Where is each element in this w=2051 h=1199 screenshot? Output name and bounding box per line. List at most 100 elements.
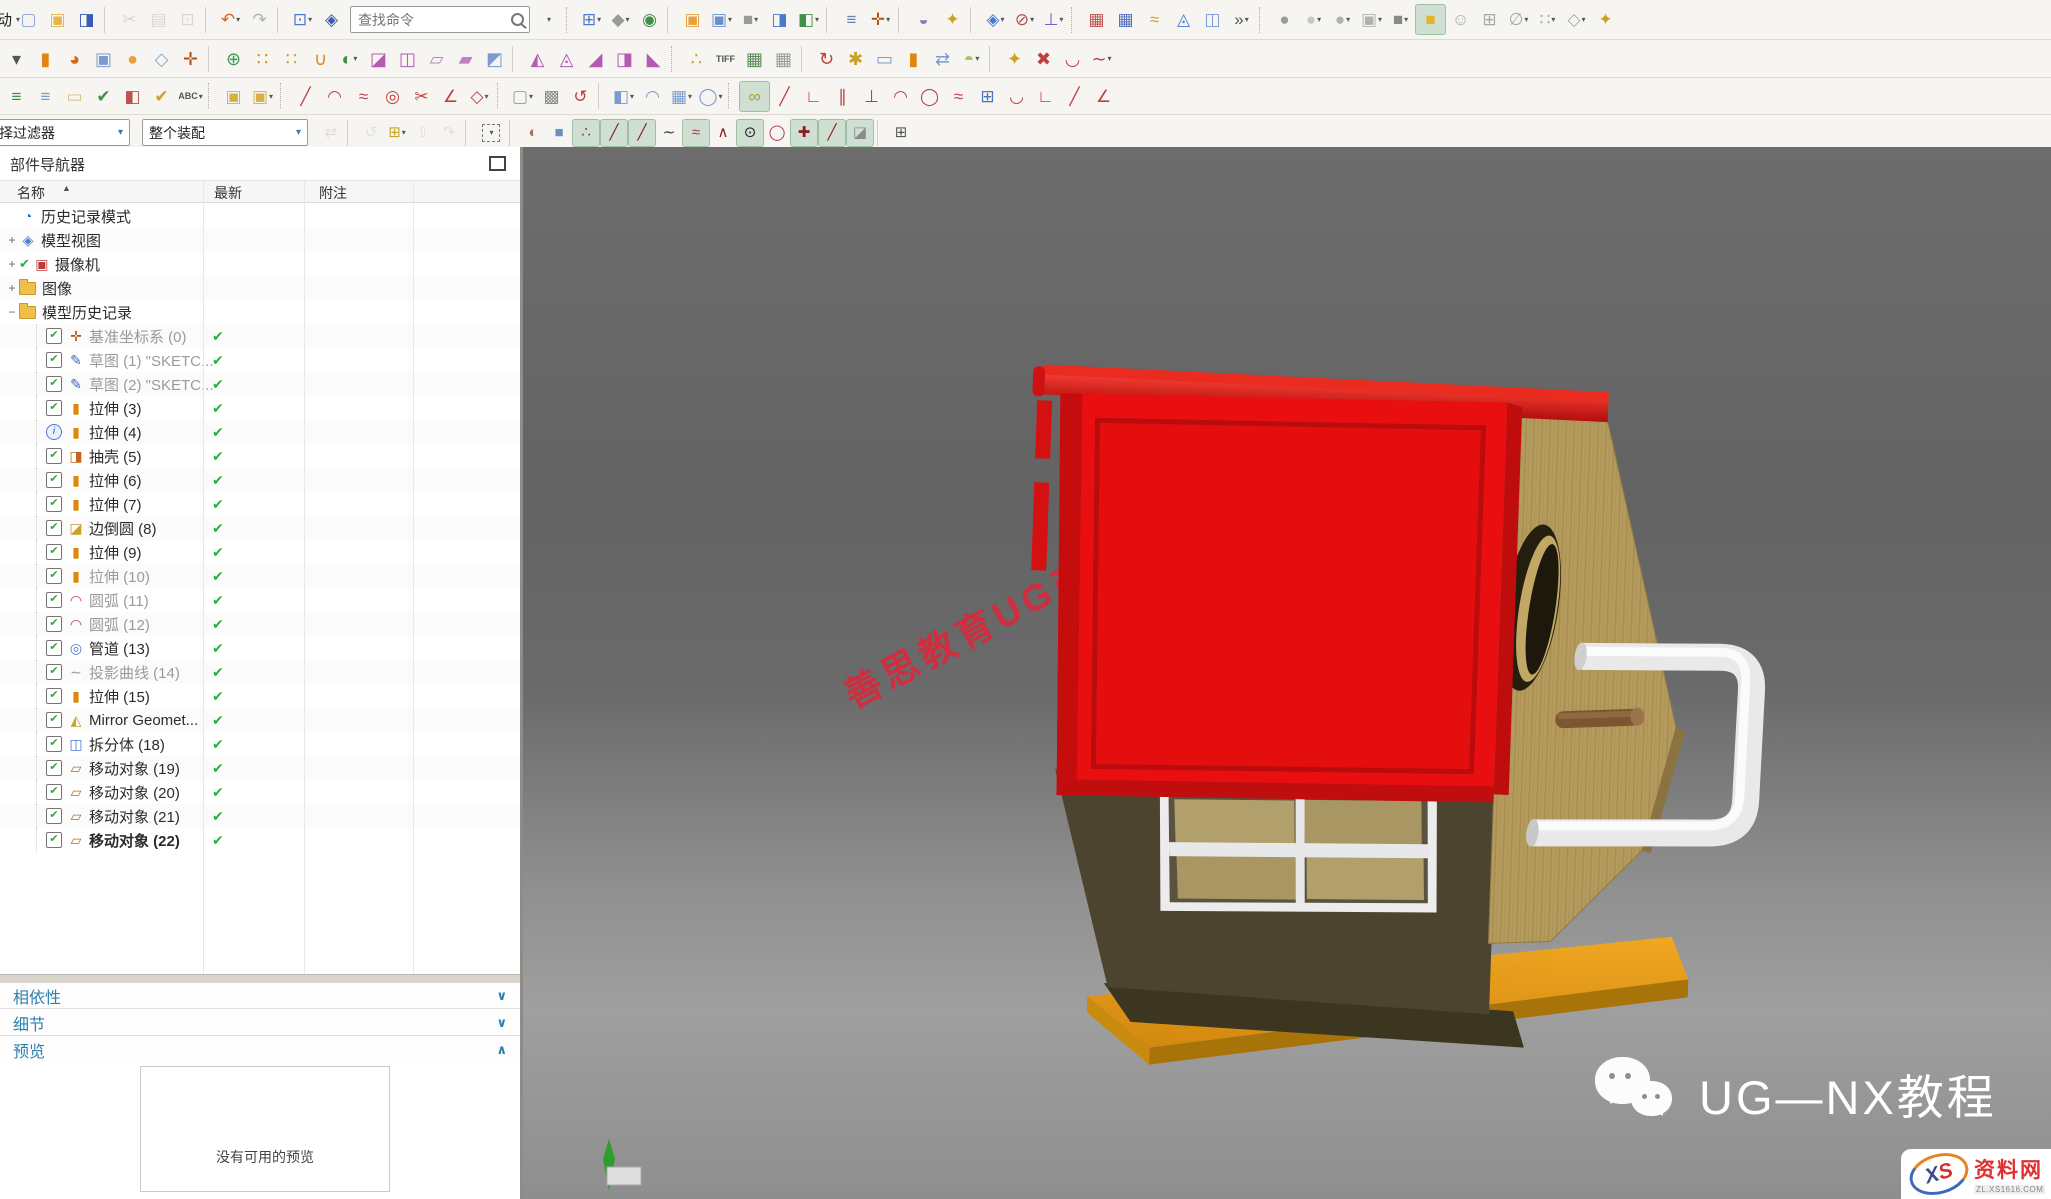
datum-plane-2[interactable]: ◇▾ — [465, 82, 494, 111]
tree-row[interactable]: ✔▱移动对象 (21)✔ — [0, 804, 520, 828]
row2-more[interactable]: ▾ — [2, 44, 31, 73]
tree-row[interactable]: ✔▱移动对象 (20)✔ — [0, 780, 520, 804]
curve-delete[interactable]: ✖ — [1029, 44, 1058, 73]
tree-row[interactable]: ✔▮拉伸 (6)✔ — [0, 468, 520, 492]
section-preview[interactable]: 预览 ∧ — [0, 1037, 520, 1063]
annotation-note[interactable]: ▭ — [60, 82, 89, 111]
material-sphere[interactable]: ● — [1270, 5, 1299, 34]
tree-row[interactable]: +图像 — [0, 276, 520, 300]
snap-point-on-curve[interactable]: ╱ — [818, 119, 846, 147]
tree-row[interactable]: ✔◠圆弧 (12)✔ — [0, 612, 520, 636]
command-finder-box[interactable] — [350, 6, 530, 33]
tree-row[interactable]: +◈模型视图 — [0, 228, 520, 252]
start-menu[interactable]: 启动▾ — [0, 5, 14, 34]
column-name[interactable]: 名称 — [17, 183, 45, 203]
raster-image[interactable]: ▦ — [769, 44, 798, 73]
snap-midpoint[interactable]: ╱ — [628, 119, 656, 147]
line-tool[interactable]: ╱ — [291, 82, 320, 111]
key-shortcut[interactable]: ✦ — [938, 5, 967, 34]
column-latest[interactable]: 最新 — [214, 183, 242, 203]
feature-checkbox[interactable]: ✔ — [46, 616, 62, 632]
paste[interactable]: ⊡ — [173, 5, 202, 34]
checker-pattern[interactable]: ▩ — [537, 82, 566, 111]
viewport-canvas[interactable]: 善思教育UG产品设计 — [523, 147, 2051, 1199]
split-face[interactable]: ◫ — [393, 44, 422, 73]
open-file[interactable]: ▣ — [43, 5, 72, 34]
assembly-load[interactable]: ▣ — [219, 82, 248, 111]
tree-row[interactable]: ✔✎草图 (2) "SKETC...✔ — [0, 372, 520, 396]
rect-select[interactable]: ▾ — [482, 124, 500, 142]
no-selection-filter[interactable]: ∅▾ — [1504, 5, 1533, 34]
selection-back[interactable]: ↺ — [358, 120, 384, 146]
box-check[interactable]: ✔ — [147, 82, 176, 111]
tree-row[interactable]: ✔▮拉伸 (9)✔ — [0, 540, 520, 564]
tree-row[interactable]: ✔▱移动对象 (19)✔ — [0, 756, 520, 780]
snap-intersection[interactable]: ∧ — [710, 120, 736, 146]
mesh-blue[interactable]: ▦ — [1111, 5, 1140, 34]
role-standard[interactable]: ◒ — [909, 5, 938, 34]
feature-checkbox[interactable]: ✔ — [46, 640, 62, 656]
draft[interactable]: ◭ — [523, 44, 552, 73]
tree-row[interactable]: ✔◫拆分体 (18)✔ — [0, 732, 520, 756]
search-options[interactable]: ▾ — [534, 5, 563, 34]
stamp[interactable]: ▭ — [870, 44, 899, 73]
feature-checkbox[interactable]: ✔ — [46, 544, 62, 560]
studio-spline[interactable]: ◎ — [378, 82, 407, 111]
feature-checkbox[interactable]: ✔ — [46, 712, 62, 728]
folder-blue[interactable]: ▣▾ — [707, 5, 736, 34]
loop-curve[interactable]: ↺ — [566, 82, 595, 111]
tree-row[interactable]: ✔▮拉伸 (15)✔ — [0, 684, 520, 708]
tree-row[interactable]: ✔◨抽壳 (5)✔ — [0, 444, 520, 468]
wcs-orient[interactable]: ✛▾ — [866, 5, 895, 34]
spline-tool[interactable]: ≈ — [349, 82, 378, 111]
view-capture[interactable]: ⊡▾ — [288, 5, 317, 34]
datum-csys[interactable]: ✛ — [176, 44, 205, 73]
text-tool[interactable]: ABC▾ — [176, 82, 205, 111]
sketch-line[interactable]: ╱ — [770, 82, 799, 111]
shell-cmd[interactable]: ◨ — [610, 44, 639, 73]
import-part[interactable]: ◧▾ — [794, 5, 823, 34]
arc-tool[interactable]: ◠ — [320, 82, 349, 111]
taper[interactable]: ◣ — [639, 44, 668, 73]
expand-toggle[interactable]: + — [5, 257, 19, 271]
shaded-select-2[interactable]: ■ — [546, 120, 572, 146]
curve-wave[interactable]: ∼▾ — [1087, 44, 1116, 73]
undo[interactable]: ↶▾ — [216, 5, 245, 34]
globe-sync[interactable]: ◉ — [635, 5, 664, 34]
float-panel-button[interactable] — [489, 156, 506, 171]
part-check[interactable]: ◧ — [118, 82, 147, 111]
n-sided-surface[interactable]: ◯▾ — [696, 82, 725, 111]
display-part[interactable]: ◆▾ — [606, 5, 635, 34]
sketch-axes[interactable]: ∟ — [799, 82, 828, 111]
tree-row[interactable]: ✔▮拉伸 (7)✔ — [0, 492, 520, 516]
measure-distance[interactable]: ⊥▾ — [1039, 5, 1068, 34]
snap-endpoint[interactable]: ╱ — [600, 119, 628, 147]
tiff-export[interactable]: TIFF — [711, 44, 740, 73]
synchronous-move[interactable]: ↻ — [812, 44, 841, 73]
validate-check[interactable]: ✔ — [89, 82, 118, 111]
plus-filter[interactable]: ⊞▾ — [384, 120, 410, 146]
view-orient[interactable]: ◈▾ — [981, 5, 1010, 34]
selection-scope-combo[interactable]: 整个装配▾ — [142, 119, 308, 146]
tree-row[interactable]: +✔▣摄像机 — [0, 252, 520, 276]
pin-block[interactable]: ▮ — [899, 44, 928, 73]
tree-row[interactable]: ✔◭Mirror Geomet...✔ — [0, 708, 520, 732]
mesh-red[interactable]: ▦ — [1082, 5, 1111, 34]
shaded-select[interactable]: ◐ — [520, 120, 546, 146]
trim-body[interactable]: ◪ — [364, 44, 393, 73]
corner-tool[interactable]: ∟ — [1031, 82, 1060, 111]
feature-checkbox[interactable]: ✔ — [46, 328, 62, 344]
copy[interactable]: ▤ — [144, 5, 173, 34]
tree-row[interactable]: ✔▮拉伸 (10)✔ — [0, 564, 520, 588]
save-file[interactable]: ◨ — [72, 5, 101, 34]
select-prev[interactable]: ↷ — [436, 120, 462, 146]
snap-quadrant[interactable]: ◯ — [764, 120, 790, 146]
section-details[interactable]: 细节 ∨ — [0, 1010, 520, 1036]
tree-row[interactable]: ✔◎管道 (13)✔ — [0, 636, 520, 660]
hole[interactable]: ⊕ — [219, 44, 248, 73]
feature-checkbox[interactable]: ✔ — [46, 736, 62, 752]
expand-toggle[interactable]: + — [5, 281, 19, 295]
navigator-column-header[interactable]: 名称 ▲ 最新 附注 — [0, 180, 520, 203]
arc-dashed[interactable]: ◠ — [886, 82, 915, 111]
blend[interactable]: ◬ — [552, 44, 581, 73]
